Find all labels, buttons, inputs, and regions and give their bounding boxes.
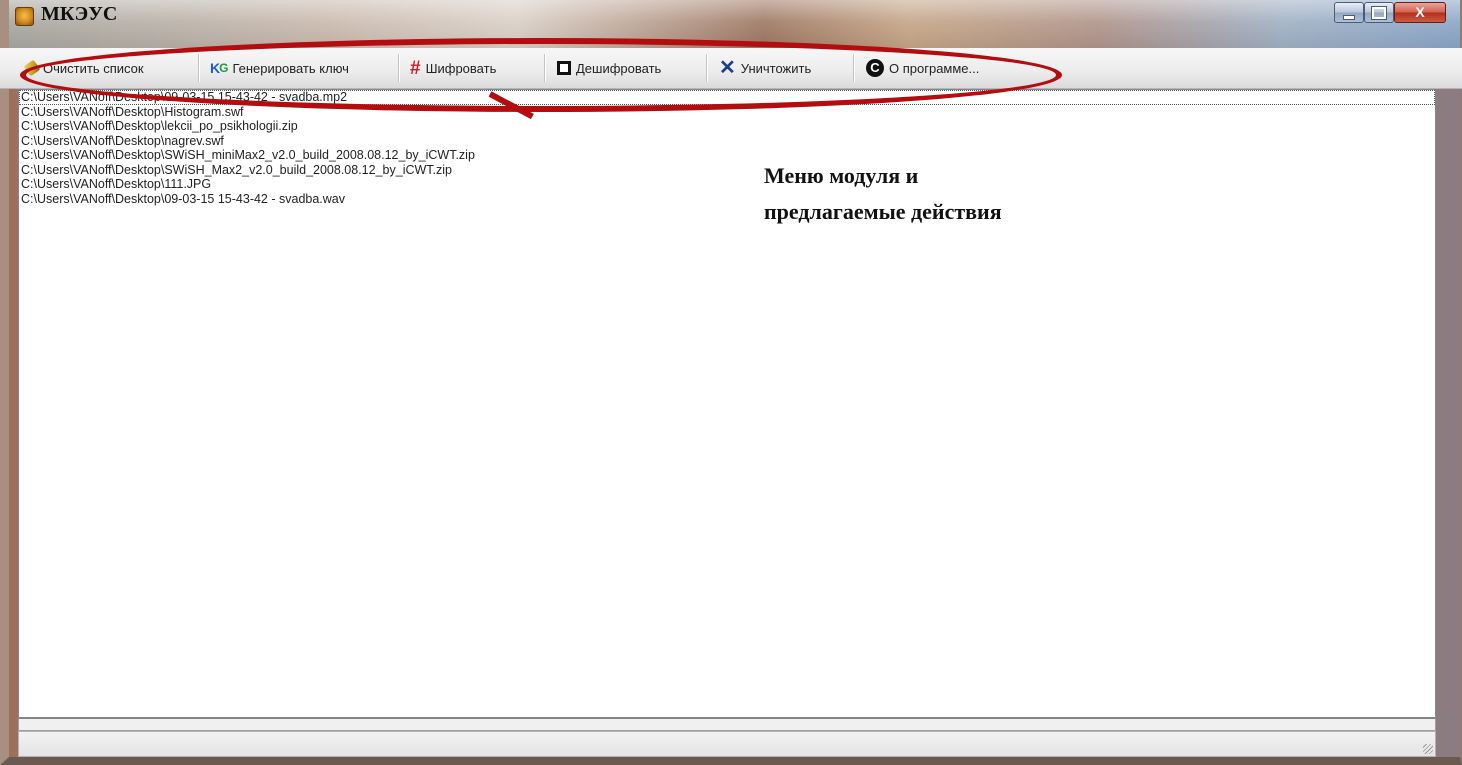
decrypt-icon <box>557 61 571 75</box>
close-icon: X <box>1415 4 1425 20</box>
clear-list-button[interactable]: Очистить список <box>23 56 144 80</box>
about-button[interactable]: C О программе... <box>866 56 979 80</box>
horizontal-scrollbar[interactable] <box>18 718 1436 731</box>
toolbar-separator <box>398 54 400 82</box>
file-list-item[interactable]: C:\Users\VANoff\Desktop\09-03-15 15-43-4… <box>19 90 1435 105</box>
annotation-line-2: предлагаемые действия <box>764 199 1002 224</box>
generate-key-button[interactable]: KG Генерировать ключ <box>210 56 349 80</box>
key-generate-icon-k: K <box>210 60 220 76</box>
minimize-button[interactable] <box>1334 2 1364 23</box>
decrypt-button[interactable]: Дешифровать <box>557 56 661 80</box>
file-list-item[interactable]: C:\Users\VANoff\Desktop\lekcii_po_psikho… <box>19 119 1435 134</box>
decrypt-label: Дешифровать <box>576 60 662 76</box>
annotation-caption: Меню модуля и предлагаемые действия <box>764 158 1184 230</box>
encrypt-label: Шифровать <box>425 60 497 76</box>
file-list-item[interactable]: C:\Users\VANoff\Desktop\111.JPG <box>19 177 1435 192</box>
file-list-item[interactable]: C:\Users\VANoff\Desktop\SWiSH_miniMax2_v… <box>19 148 1435 163</box>
title-bar[interactable]: МКЭУС X <box>9 0 1460 48</box>
window-title: МКЭУС <box>41 3 118 25</box>
close-button[interactable]: X <box>1394 2 1446 23</box>
toolbar-separator <box>706 54 708 82</box>
maximize-button[interactable] <box>1364 2 1394 23</box>
generate-key-label: Генерировать ключ <box>232 60 349 76</box>
app-icon[interactable] <box>15 7 34 26</box>
copyright-icon: C <box>866 59 884 77</box>
status-bar <box>18 731 1436 757</box>
toolbar-separator <box>198 54 200 82</box>
destroy-icon: ✕ <box>719 57 736 79</box>
file-list[interactable]: C:\Users\VANoff\Desktop\09-03-15 15-43-4… <box>18 89 1436 718</box>
file-list-item[interactable]: C:\Users\VANoff\Desktop\Histogram.swf <box>19 105 1435 120</box>
file-list-item[interactable]: C:\Users\VANoff\Desktop\SWiSH_Max2_v2.0_… <box>19 163 1435 178</box>
destroy-button[interactable]: ✕ Уничтожить <box>719 56 811 80</box>
clear-list-label: Очистить список <box>43 60 144 76</box>
encrypt-icon: # <box>410 57 421 79</box>
eraser-icon <box>23 59 41 77</box>
resize-grip-icon[interactable] <box>1423 744 1433 754</box>
toolbar-separator <box>853 54 855 82</box>
file-list-item[interactable]: C:\Users\VANoff\Desktop\09-03-15 15-43-4… <box>19 192 1435 207</box>
about-label: О программе... <box>889 60 980 76</box>
maximize-icon <box>1371 6 1387 20</box>
encrypt-button[interactable]: # Шифровать <box>410 56 496 80</box>
destroy-label: Уничтожить <box>740 60 812 76</box>
key-generate-icon: KG <box>210 60 229 76</box>
key-generate-icon-g: G <box>219 61 228 75</box>
minimize-icon <box>1343 15 1355 20</box>
file-list-item[interactable]: C:\Users\VANoff\Desktop\nagrev.swf <box>19 134 1435 149</box>
annotation-line-1: Меню модуля и <box>764 163 919 188</box>
toolbar-separator <box>544 54 546 82</box>
toolbar: Очистить список KG Генерировать ключ # Ш… <box>0 48 1462 89</box>
